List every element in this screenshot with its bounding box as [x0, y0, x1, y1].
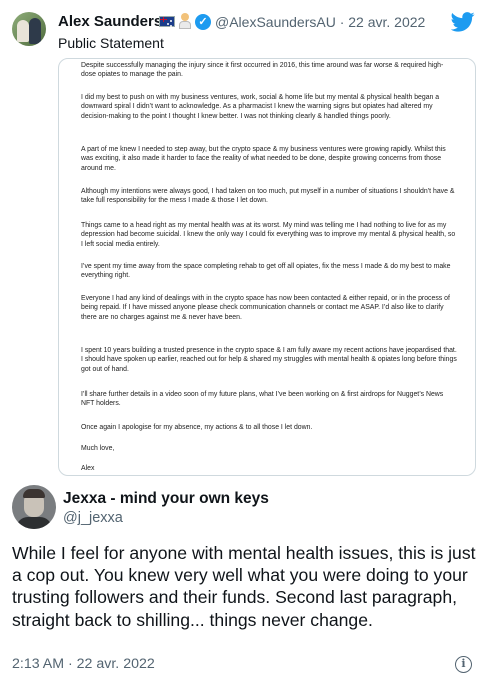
info-icon[interactable]: i — [455, 656, 472, 673]
statement-paragraph: I did my best to push on with my busines… — [81, 94, 440, 120]
statement-paragraph: Things came to a head right as my mental… — [81, 222, 456, 248]
reply-tweet-text: While I feel for anyone with mental heal… — [12, 543, 476, 630]
statement-document: Despite successfully managing the injury… — [69, 59, 469, 475]
australia-flag-icon — [159, 16, 175, 27]
reply-timestamp[interactable]: 2:13 AM · 22 avr. 2022 — [12, 656, 155, 672]
verified-badge-icon: ✓ — [195, 14, 211, 30]
statement-signature: Alex — [81, 465, 95, 472]
statement-paragraph: Despite successfully managing the injury… — [81, 62, 444, 79]
tweet-text: Public Statement — [58, 35, 164, 51]
twitter-bird-icon[interactable] — [451, 12, 475, 32]
author-handle-date[interactable]: @AlexSaundersAU · 22 avr. 2022 — [215, 14, 425, 30]
statement-paragraph: I’ve spent my time away from the space c… — [81, 263, 451, 280]
reply-author-handle[interactable]: @j_jexxa — [63, 510, 123, 526]
author-avatar[interactable] — [12, 12, 46, 46]
reply-author-name[interactable]: Jexxa - mind your own keys — [63, 490, 269, 508]
reply-author-avatar[interactable] — [12, 485, 56, 529]
statement-paragraph: Once again I apologise for my absence, m… — [81, 424, 313, 431]
statement-paragraph: I’ll share further details in a video so… — [81, 391, 444, 408]
statement-image[interactable]: Despite successfully managing the injury… — [58, 58, 476, 476]
statement-paragraph: Much love, — [81, 445, 115, 452]
pharmacist-emoji-icon — [178, 13, 192, 29]
statement-paragraph: Everyone I had any kind of dealings with… — [81, 295, 450, 321]
statement-paragraph: Although my intentions were always good,… — [81, 188, 455, 205]
statement-paragraph: A part of me knew I needed to step away,… — [81, 146, 446, 172]
quoted-tweet[interactable]: Alex Saunders ✓ @AlexSaundersAU · 22 avr… — [0, 0, 485, 477]
author-name[interactable]: Alex Saunders — [58, 13, 162, 30]
statement-paragraph: I spent 10 years building a trusted pres… — [81, 347, 457, 373]
